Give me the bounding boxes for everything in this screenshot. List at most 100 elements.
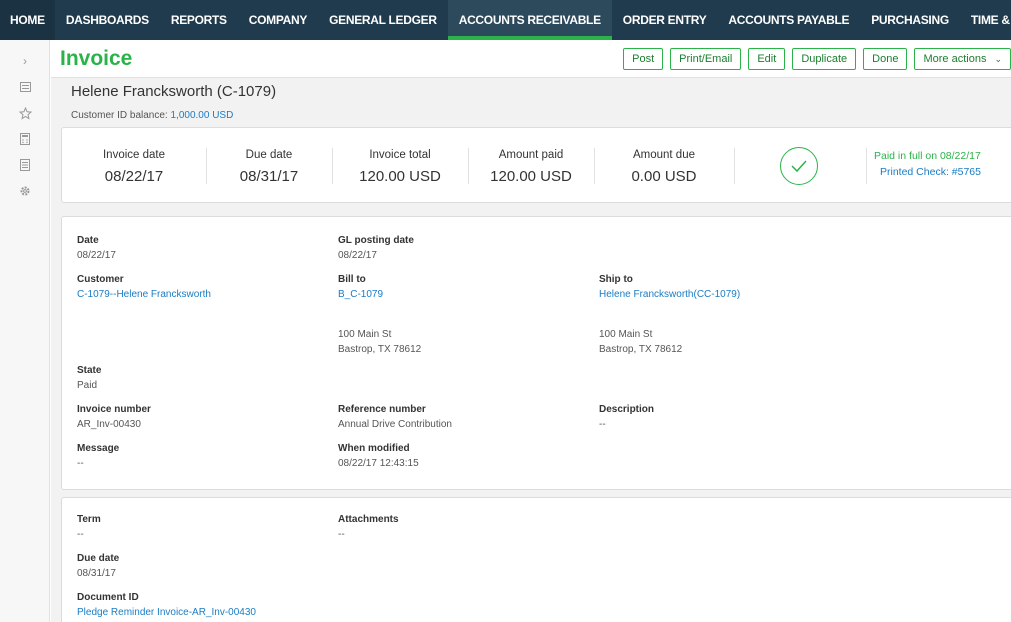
reference-number-label: Reference number: [338, 404, 426, 415]
invoice-summary-card: Invoice date 08/22/17 Due date 08/31/17 …: [61, 127, 1011, 203]
customer-link[interactable]: C-1079--Helene Francksworth: [77, 289, 211, 300]
customer-balance: Customer ID balance: 1,000.00 USD: [71, 110, 233, 121]
amount-paid-label: Amount paid: [498, 149, 564, 161]
ship-to-address: 100 Main St Bastrop, TX 78612: [599, 327, 682, 357]
state-field: State Paid: [77, 365, 101, 391]
attachments-label: Attachments: [338, 514, 399, 525]
print-email-button[interactable]: Print/Email: [670, 48, 742, 70]
invoice-total-summary: Invoice total 120.00 USD: [332, 128, 468, 204]
ship-address-line2: Bastrop, TX 78612: [599, 344, 683, 355]
invoice-total-label: Invoice total: [369, 149, 431, 161]
post-button[interactable]: Post: [623, 48, 664, 70]
done-button[interactable]: Done: [863, 48, 908, 70]
message-label: Message: [77, 443, 120, 454]
document-id-field: Document ID Pledge Reminder Invoice-AR_I…: [77, 592, 256, 618]
message-field: Message --: [77, 443, 119, 469]
paid-status-text: Paid in full on 08/22/17: [874, 150, 981, 162]
description-value: --: [599, 419, 606, 430]
nav-reports[interactable]: REPORTS: [160, 0, 238, 40]
nav-dashboards[interactable]: DASHBOARDS: [55, 0, 160, 40]
gl-posting-date-field: GL posting date 08/22/17: [338, 235, 414, 261]
top-nav: HOME DASHBOARDS REPORTS COMPANY GENERAL …: [0, 0, 1011, 40]
expand-chevron-icon[interactable]: ›: [0, 48, 50, 74]
bill-to-address: 100 Main St Bastrop, TX 78612: [338, 327, 421, 357]
nav-company[interactable]: COMPANY: [238, 0, 318, 40]
bill-address-line2: Bastrop, TX 78612: [338, 344, 422, 355]
bill-to-field: Bill to B_C-1079: [338, 274, 383, 300]
paid-check-icon: [780, 147, 818, 185]
bill-address-line1: 100 Main St: [338, 329, 392, 340]
nav-home[interactable]: HOME: [0, 0, 55, 40]
list-icon[interactable]: [0, 74, 50, 100]
amount-due-label: Amount due: [632, 149, 695, 161]
nav-order-entry[interactable]: ORDER ENTRY: [612, 0, 718, 40]
when-modified-value: 08/22/17 12:43:15: [338, 458, 419, 469]
bill-to-label: Bill to: [338, 274, 366, 285]
left-rail: ›: [0, 40, 50, 622]
invoice-number-field: Invoice number AR_Inv-00430: [77, 404, 151, 430]
customer-label: Customer: [77, 274, 124, 285]
reference-number-value: Annual Drive Contribution: [338, 419, 452, 430]
payment-status: Paid in full on 08/22/17 Printed Check: …: [874, 148, 981, 180]
customer-field: Customer C-1079--Helene Francksworth: [77, 274, 211, 300]
invoice-number-value: AR_Inv-00430: [77, 419, 141, 430]
action-bar: Post Print/Email Edit Duplicate Done Mor…: [616, 48, 1011, 70]
invoice-terms-card: Term -- Attachments -- Due date 08/31/17…: [61, 497, 1011, 622]
customer-balance-label: Customer ID balance:: [71, 110, 168, 121]
ship-to-field: Ship to Helene Francksworth(CC-1079): [599, 274, 740, 300]
nav-time-expenses[interactable]: TIME & EXPENSES: [960, 0, 1011, 40]
more-actions-label: More actions: [923, 53, 987, 65]
main-content: Invoice Post Print/Email Edit Duplicate …: [51, 40, 1011, 622]
description-field: Description --: [599, 404, 654, 430]
state-value: Paid: [77, 380, 98, 391]
date-value: 08/22/17: [77, 250, 116, 261]
invoice-total-value: 120.00 USD: [359, 168, 441, 185]
calculator-icon[interactable]: [0, 126, 50, 152]
term-label: Term: [77, 514, 101, 525]
customer-balance-link[interactable]: 1,000.00 USD: [171, 110, 234, 121]
chevron-down-icon: ⌄: [994, 53, 1002, 64]
date-label: Date: [77, 235, 99, 246]
amount-due-summary: Amount due 0.00 USD: [594, 128, 734, 204]
date-field: Date 08/22/17: [77, 235, 116, 261]
nav-general-ledger[interactable]: GENERAL LEDGER: [318, 0, 448, 40]
star-icon[interactable]: [0, 100, 50, 126]
nav-purchasing[interactable]: PURCHASING: [860, 0, 960, 40]
ship-to-link[interactable]: Helene Francksworth(CC-1079): [599, 289, 740, 300]
gl-posting-date-label: GL posting date: [338, 235, 414, 246]
term-value: --: [77, 529, 84, 540]
invoice-date-label: Invoice date: [102, 149, 165, 161]
amount-paid-summary: Amount paid 120.00 USD: [468, 128, 594, 204]
divider: [734, 148, 735, 184]
invoice-date-summary: Invoice date 08/22/17: [62, 128, 206, 204]
invoice-date-value: 08/22/17: [104, 168, 164, 185]
ship-to-label: Ship to: [599, 274, 633, 285]
description-label: Description: [599, 404, 655, 415]
edit-button[interactable]: Edit: [748, 48, 786, 70]
duplicate-button[interactable]: Duplicate: [792, 48, 857, 70]
document-id-label: Document ID: [77, 592, 139, 603]
document-id-link[interactable]: Pledge Reminder Invoice-AR_Inv-00430: [77, 607, 256, 618]
due-date-summary: Due date 08/31/17: [206, 128, 332, 204]
page-header: Invoice Post Print/Email Edit Duplicate …: [51, 40, 1011, 78]
terms-due-date-value: 08/31/17: [77, 568, 116, 579]
more-actions-button[interactable]: More actions ⌄: [914, 48, 1011, 70]
divider: [866, 148, 867, 184]
nav-accounts-payable[interactable]: ACCOUNTS PAYABLE: [717, 0, 860, 40]
customer-name: Helene Francksworth (C-1079): [71, 83, 277, 100]
when-modified-field: When modified 08/22/17 12:43:15: [338, 443, 419, 469]
terms-due-date-field: Due date 08/31/17: [77, 553, 119, 579]
settings-icon[interactable]: [0, 178, 50, 204]
when-modified-label: When modified: [338, 443, 410, 454]
printed-check-link[interactable]: Printed Check: #5765: [874, 164, 981, 180]
bill-to-link[interactable]: B_C-1079: [338, 289, 383, 300]
due-date-value: 08/31/17: [239, 168, 299, 185]
attachments-field: Attachments --: [338, 514, 399, 540]
nav-accounts-receivable[interactable]: ACCOUNTS RECEIVABLE: [447, 0, 612, 40]
document-icon[interactable]: [0, 152, 50, 178]
message-value: --: [77, 458, 84, 469]
invoice-number-label: Invoice number: [77, 404, 151, 415]
due-date-label: Due date: [245, 149, 293, 161]
page-title: Invoice: [60, 47, 133, 70]
reference-number-field: Reference number Annual Drive Contributi…: [338, 404, 452, 430]
